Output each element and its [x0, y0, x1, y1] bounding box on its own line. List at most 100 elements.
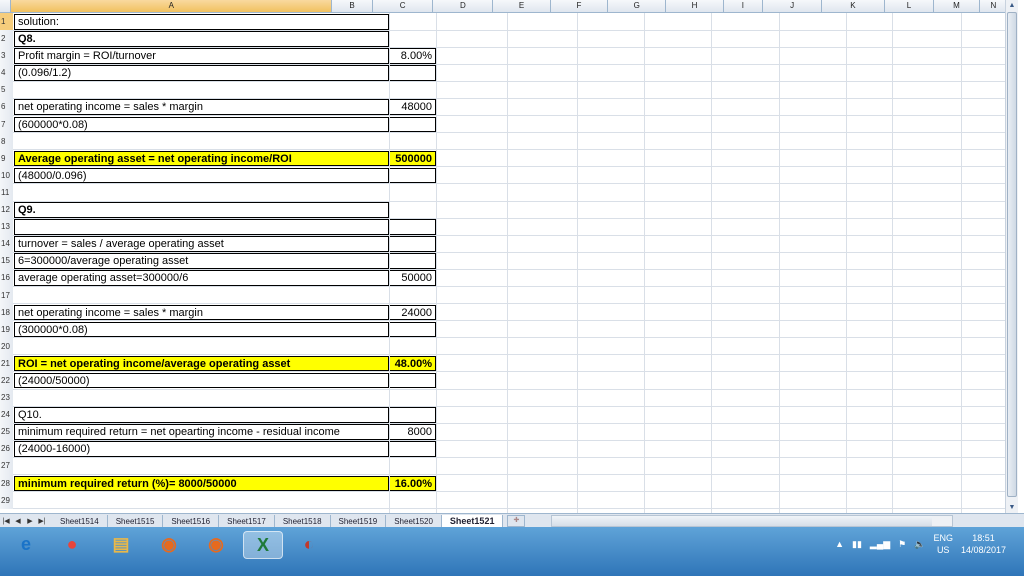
row-number[interactable]: 22: [0, 371, 13, 390]
cell-b[interactable]: 48000: [389, 99, 436, 115]
column-header-l[interactable]: L: [885, 0, 935, 12]
vertical-scrollbar[interactable]: ▲ ▼: [1005, 0, 1018, 513]
row-number[interactable]: 19: [0, 320, 13, 338]
column-header-d[interactable]: D: [433, 0, 494, 12]
show-hidden-icons-icon[interactable]: ▲: [835, 539, 844, 549]
row-number[interactable]: 13: [0, 218, 13, 236]
firefox-icon[interactable]: ◉: [150, 531, 188, 557]
prev-sheet-icon[interactable]: ◀: [12, 517, 24, 525]
cell-a[interactable]: solution:: [14, 14, 389, 30]
cell-b[interactable]: [389, 321, 436, 338]
select-all-corner[interactable]: [0, 0, 12, 12]
row-number[interactable]: 14: [0, 235, 13, 253]
language-indicator[interactable]: ENG US: [933, 532, 953, 556]
column-header-n[interactable]: N: [980, 0, 1009, 12]
row-number[interactable]: 26: [0, 440, 13, 458]
row-number[interactable]: 6: [0, 98, 13, 116]
sheet-tab[interactable]: Sheet1521: [441, 514, 504, 528]
cell-b[interactable]: [389, 116, 436, 133]
column-header-k[interactable]: K: [822, 0, 885, 12]
cell-b[interactable]: 50000: [389, 270, 436, 286]
cell-a[interactable]: [14, 219, 389, 235]
cell-b[interactable]: [389, 407, 436, 423]
row-number[interactable]: 1: [0, 13, 13, 31]
cell-a[interactable]: (300000*0.08): [14, 321, 389, 338]
row-number[interactable]: 16: [0, 269, 13, 287]
signal-icon[interactable]: ▂▄▆: [870, 539, 890, 550]
cell-a[interactable]: net operating income = sales * margin: [14, 99, 389, 115]
column-header-a[interactable]: A: [11, 0, 333, 12]
firefox-2-icon[interactable]: ◉: [197, 531, 235, 557]
cell-a[interactable]: Average operating asset = net operating …: [14, 150, 389, 167]
cell-b[interactable]: [389, 441, 436, 457]
cell-a[interactable]: average operating asset=300000/6: [14, 270, 389, 286]
file-explorer-icon[interactable]: ▤: [102, 531, 140, 557]
row-number[interactable]: 10: [0, 166, 13, 184]
column-header-e[interactable]: E: [493, 0, 551, 12]
row-number[interactable]: 23: [0, 389, 13, 407]
row-number[interactable]: 5: [0, 81, 13, 99]
cell-b[interactable]: 500000: [389, 150, 436, 167]
cell-a[interactable]: ROI = net operating income/average opera…: [14, 355, 389, 372]
network-icon[interactable]: ▮▮: [852, 539, 862, 550]
sheet-tab[interactable]: Sheet1516: [163, 514, 220, 528]
cell-a[interactable]: Q9.: [14, 202, 389, 218]
row-number[interactable]: 11: [0, 183, 13, 202]
column-header-h[interactable]: H: [666, 0, 724, 12]
cell-a[interactable]: (48000/0.096): [14, 167, 389, 184]
cell-a[interactable]: (0.096/1.2): [14, 65, 389, 81]
cell-b[interactable]: [389, 219, 436, 235]
row-number[interactable]: 20: [0, 337, 13, 355]
sheet-tab[interactable]: Sheet1519: [331, 514, 387, 528]
cell-a[interactable]: net operating income = sales * margin: [14, 304, 389, 321]
cell-b[interactable]: [389, 372, 436, 389]
excel-icon[interactable]: X: [243, 531, 283, 559]
cell-a[interactable]: Q8.: [14, 31, 389, 47]
row-number[interactable]: 24: [0, 406, 13, 424]
row-number[interactable]: 7: [0, 115, 13, 133]
column-header-m[interactable]: M: [934, 0, 980, 12]
cell-b[interactable]: 48.00%: [389, 355, 436, 372]
row-number[interactable]: 8: [0, 132, 13, 150]
cell-a[interactable]: Profit margin = ROI/turnover: [14, 48, 389, 64]
sheet-tab[interactable]: Sheet1515: [108, 514, 164, 528]
flag-icon[interactable]: ⚑: [898, 539, 906, 550]
chrome-icon[interactable]: ●: [53, 531, 91, 557]
sheet-tab[interactable]: Sheet1514: [52, 514, 108, 528]
sheet-tab[interactable]: Sheet1517: [219, 514, 275, 528]
volume-icon[interactable]: 🔈: [914, 539, 925, 550]
column-header-c[interactable]: C: [373, 0, 434, 12]
cell-b[interactable]: 8.00%: [389, 48, 436, 64]
row-number[interactable]: 9: [0, 149, 13, 167]
insert-sheet-icon[interactable]: ✚: [507, 515, 526, 527]
next-sheet-icon[interactable]: ▶: [24, 517, 36, 525]
sheet-tab[interactable]: Sheet1518: [275, 514, 331, 528]
column-header-i[interactable]: I: [724, 0, 764, 12]
internet-explorer-icon[interactable]: e: [7, 531, 45, 557]
scroll-up-icon[interactable]: ▲: [1006, 0, 1018, 11]
column-header-b[interactable]: B: [332, 0, 373, 12]
row-number[interactable]: 25: [0, 423, 13, 441]
scroll-down-icon[interactable]: ▼: [1006, 502, 1018, 513]
first-sheet-icon[interactable]: |◀: [0, 517, 12, 525]
cell-b[interactable]: [389, 167, 436, 184]
vertical-scroll-thumb[interactable]: [1007, 12, 1017, 497]
row-number[interactable]: 12: [0, 201, 13, 219]
column-header-f[interactable]: F: [551, 0, 609, 12]
cell-b[interactable]: 24000: [389, 304, 436, 321]
row-number[interactable]: 29: [0, 491, 13, 509]
wpm-icon[interactable]: ◐: [290, 531, 328, 557]
cell-a[interactable]: 6=300000/average operating asset: [14, 253, 389, 269]
spreadsheet-grid[interactable]: ABCDEFGHIJKLMN 1 solution: 2 Q8. 3 Profit mar…: [0, 0, 1024, 513]
cell-b[interactable]: [389, 253, 436, 269]
cell-a[interactable]: (24000-16000): [14, 441, 389, 457]
cell-b[interactable]: [389, 236, 436, 252]
cell-a[interactable]: minimum required return = net opearting …: [14, 424, 389, 440]
row-number[interactable]: 21: [0, 354, 13, 372]
cell-b[interactable]: 16.00%: [389, 475, 436, 492]
row-number[interactable]: 3: [0, 47, 13, 65]
row-number[interactable]: 27: [0, 457, 13, 475]
cell-a[interactable]: Q10.: [14, 407, 389, 423]
cell-a[interactable]: (600000*0.08): [14, 116, 389, 133]
row-number[interactable]: 18: [0, 303, 13, 321]
